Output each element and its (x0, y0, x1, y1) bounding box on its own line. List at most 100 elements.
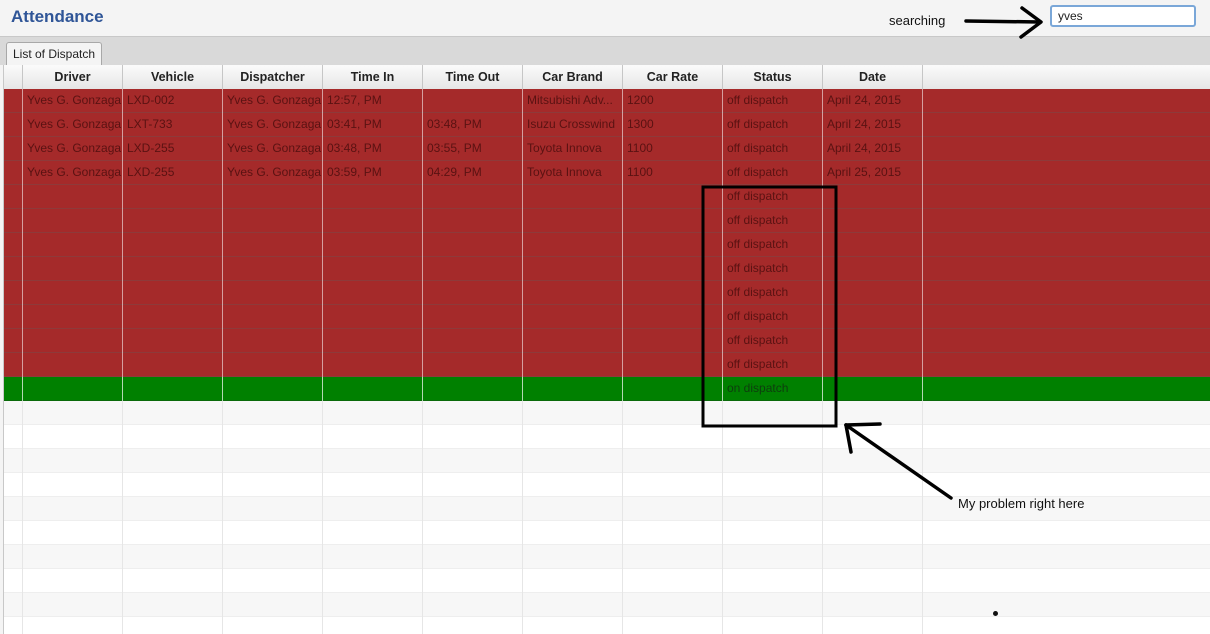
empty-cell (323, 569, 423, 593)
column-header-car-rate[interactable]: Car Rate (623, 65, 723, 89)
cell-vehicle (123, 281, 223, 305)
empty-cell (23, 401, 123, 425)
column-header-dispatcher[interactable]: Dispatcher (223, 65, 323, 89)
table-row[interactable]: off dispatch (4, 353, 1210, 377)
cell-car-rate: 1100 (623, 137, 723, 161)
empty-cell (223, 449, 323, 473)
empty-cell (423, 473, 523, 497)
empty-cell (523, 593, 623, 617)
cell-date (823, 281, 923, 305)
table-row[interactable]: on dispatch (4, 377, 1210, 401)
table-row[interactable]: off dispatch (4, 305, 1210, 329)
cell-vehicle (123, 329, 223, 353)
empty-cell (4, 569, 23, 593)
cell-vehicle (123, 377, 223, 401)
search-input[interactable] (1050, 5, 1196, 27)
cell-dispatcher (223, 233, 323, 257)
cell-status: off dispatch (723, 281, 823, 305)
cell-status: off dispatch (723, 233, 823, 257)
table-header: Driver Vehicle Dispatcher Time In Time Out Ca… (4, 65, 1210, 90)
cell-dispatcher: Yves G. Gonzaga (223, 137, 323, 161)
cell-vehicle: LXD-002 (123, 89, 223, 113)
table-row[interactable]: Yves G. Gonzaga LXT-733 Yves G. Gonzaga 03:… (4, 113, 1210, 137)
row-header-cell (4, 257, 23, 281)
empty-row (4, 425, 1210, 449)
tab-strip: List of Dispatch (0, 36, 1210, 65)
empty-cell (723, 617, 823, 634)
cell-car-rate: 1300 (623, 113, 723, 137)
column-header-vehicle[interactable]: Vehicle (123, 65, 223, 89)
empty-cell (623, 521, 723, 545)
cell-driver (23, 281, 123, 305)
tab-list-of-dispatch[interactable]: List of Dispatch (6, 42, 103, 65)
column-header-date[interactable]: Date (823, 65, 923, 89)
column-header-car-brand[interactable]: Car Brand (523, 65, 623, 89)
cell-dispatcher (223, 353, 323, 377)
cell-car-brand (523, 209, 623, 233)
column-header-driver[interactable]: Driver (23, 65, 123, 89)
cell-car-brand (523, 257, 623, 281)
cell-car-rate (623, 377, 723, 401)
table-row[interactable]: off dispatch (4, 281, 1210, 305)
cell-time-in (323, 209, 423, 233)
cell-time-in (323, 329, 423, 353)
empty-cell (523, 569, 623, 593)
empty-cell (423, 521, 523, 545)
table-row[interactable]: Yves G. Gonzaga LXD-255 Yves G. Gonzaga 03:… (4, 161, 1210, 185)
empty-cell (123, 473, 223, 497)
empty-cell (223, 425, 323, 449)
cell-time-out (423, 377, 523, 401)
table-row[interactable]: Yves G. Gonzaga LXD-002 Yves G. Gonzaga 12:… (4, 89, 1210, 113)
cell-date (823, 257, 923, 281)
cell-dispatcher (223, 377, 323, 401)
empty-cell (523, 473, 623, 497)
empty-cell (323, 617, 423, 634)
app-title: Attendance (11, 7, 104, 26)
row-header-cell (4, 161, 23, 185)
column-header-status[interactable]: Status (723, 65, 823, 89)
cell-status: off dispatch (723, 185, 823, 209)
cell-vehicle: LXT-733 (123, 113, 223, 137)
table-row[interactable]: off dispatch (4, 329, 1210, 353)
empty-cell (623, 545, 723, 569)
table-row[interactable]: Yves G. Gonzaga LXD-255 Yves G. Gonzaga 03:… (4, 137, 1210, 161)
empty-cell (123, 401, 223, 425)
cell-car-rate (623, 281, 723, 305)
empty-cell (123, 593, 223, 617)
cell-driver (23, 329, 123, 353)
table-row[interactable]: off dispatch (4, 209, 1210, 233)
empty-cell (223, 569, 323, 593)
cell-vehicle: LXD-255 (123, 137, 223, 161)
cell-dispatcher (223, 329, 323, 353)
column-header-time-in[interactable]: Time In (323, 65, 423, 89)
cell-vehicle: LXD-255 (123, 161, 223, 185)
row-header-cell (4, 113, 23, 137)
table-row[interactable]: off dispatch (4, 185, 1210, 209)
empty-cell (323, 521, 423, 545)
cell-time-in: 03:48, PM (323, 137, 423, 161)
cell-car-rate (623, 233, 723, 257)
row-header-cell (4, 185, 23, 209)
cell-time-in (323, 305, 423, 329)
empty-cell (723, 473, 823, 497)
empty-cell (323, 401, 423, 425)
table-row[interactable]: off dispatch (4, 257, 1210, 281)
empty-cell (223, 617, 323, 634)
row-header-cell (4, 137, 23, 161)
empty-cell (23, 569, 123, 593)
cell-car-brand (523, 281, 623, 305)
empty-cell (123, 425, 223, 449)
cell-time-out (423, 185, 523, 209)
cell-car-brand (523, 329, 623, 353)
empty-cell (823, 425, 923, 449)
cell-time-in: 12:57, PM (323, 89, 423, 113)
search-annotation-label: searching (889, 13, 946, 28)
empty-cell (723, 401, 823, 425)
table-row[interactable]: off dispatch (4, 233, 1210, 257)
column-header-time-out[interactable]: Time Out (423, 65, 523, 89)
empty-cell (523, 425, 623, 449)
cell-status: off dispatch (723, 353, 823, 377)
empty-cell (23, 593, 123, 617)
cell-dispatcher: Yves G. Gonzaga (223, 113, 323, 137)
row-header-cell (4, 89, 23, 113)
